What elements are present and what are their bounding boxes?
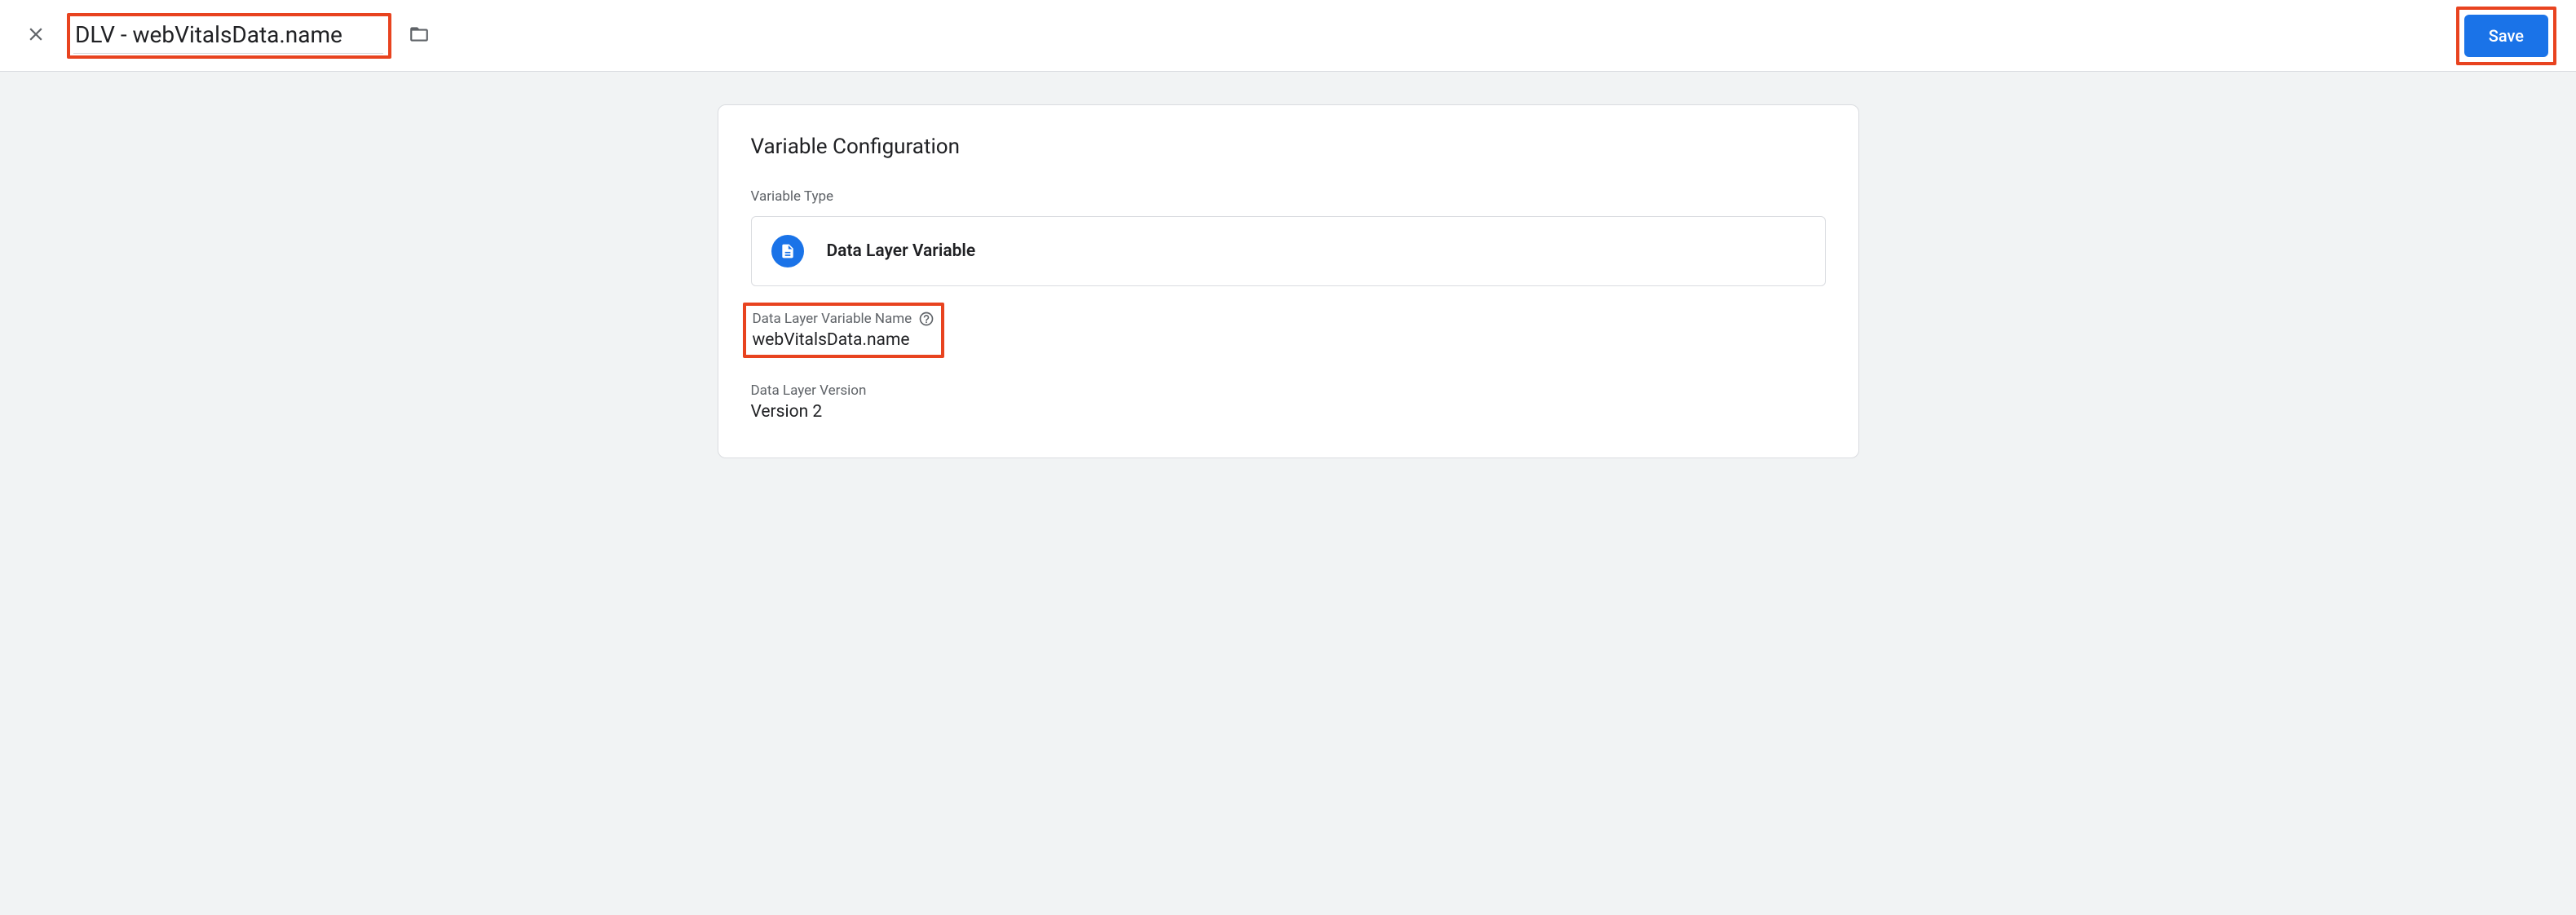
folder-button[interactable] bbox=[403, 20, 435, 52]
variable-type-value: Data Layer Variable bbox=[827, 241, 976, 261]
save-button[interactable]: Save bbox=[2464, 15, 2548, 57]
dlv-version-value[interactable]: Version 2 bbox=[751, 402, 1826, 422]
variable-config-card: Variable Configuration Variable Type Dat… bbox=[718, 104, 1859, 458]
dlv-name-label: Data Layer Variable Name bbox=[753, 311, 912, 327]
folder-icon bbox=[409, 24, 430, 48]
close-icon bbox=[25, 24, 46, 48]
help-icon[interactable] bbox=[918, 311, 935, 327]
variable-type-selector[interactable]: Data Layer Variable bbox=[751, 216, 1826, 286]
config-section-title: Variable Configuration bbox=[751, 135, 1826, 159]
variable-name-input[interactable] bbox=[73, 18, 383, 54]
dlv-name-value[interactable]: webVitalsData.name bbox=[753, 330, 935, 350]
editor-canvas: Variable Configuration Variable Type Dat… bbox=[0, 72, 2576, 915]
close-button[interactable] bbox=[20, 20, 52, 52]
highlight-title bbox=[67, 13, 391, 59]
data-layer-variable-icon bbox=[771, 235, 804, 267]
highlight-dlv-name: Data Layer Variable Name webVitalsData.n… bbox=[743, 303, 945, 358]
highlight-save: Save bbox=[2456, 7, 2556, 65]
dlv-version-label: Data Layer Version bbox=[751, 382, 867, 399]
variable-type-label: Variable Type bbox=[751, 188, 1826, 205]
editor-topbar: Save bbox=[0, 0, 2576, 72]
